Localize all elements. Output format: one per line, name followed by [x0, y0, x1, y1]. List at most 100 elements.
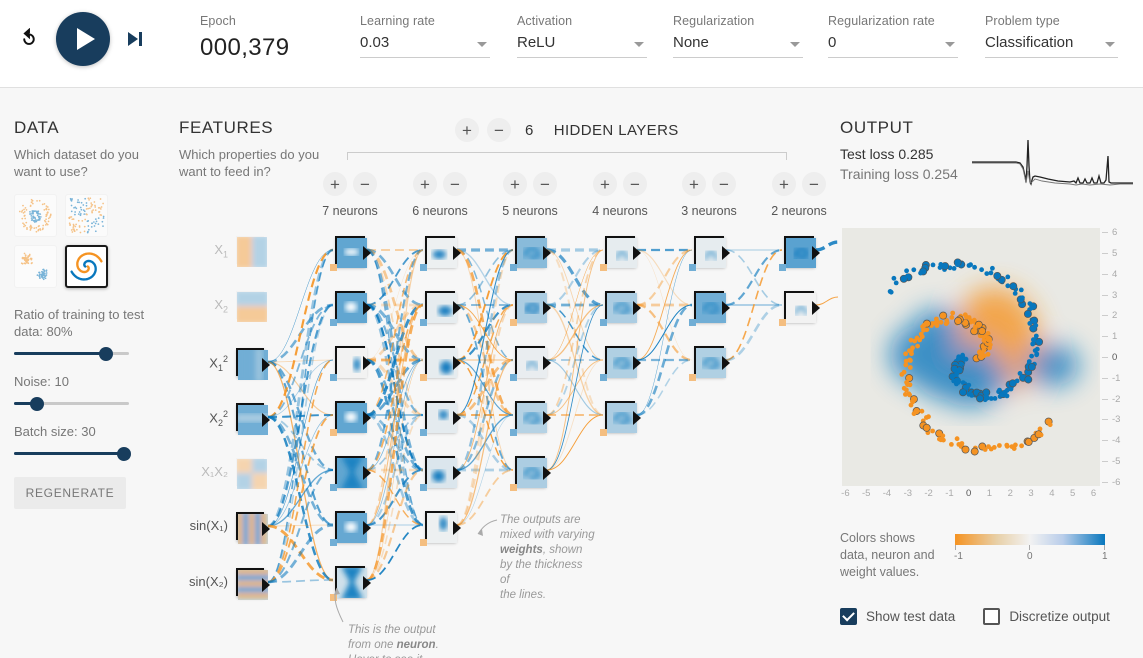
- bias-indicator[interactable]: [330, 264, 337, 271]
- bias-indicator[interactable]: [420, 429, 427, 436]
- hidden-neuron-l3-n5[interactable]: [510, 456, 551, 491]
- feature-node-2[interactable]: [236, 291, 267, 322]
- hidden-neuron-l5-n2[interactable]: [689, 291, 730, 326]
- hidden-neuron-l1-n5[interactable]: [330, 456, 371, 491]
- colorbar: -1 0 1: [954, 534, 1108, 562]
- output-heatmap[interactable]: [842, 228, 1100, 486]
- bias-indicator[interactable]: [600, 374, 607, 381]
- bias-indicator[interactable]: [510, 374, 517, 381]
- feature-node-7[interactable]: [236, 568, 270, 600]
- bias-indicator[interactable]: [510, 264, 517, 271]
- y-tick-2: -4: [1112, 435, 1121, 447]
- regularization-label: Regularization: [673, 14, 755, 28]
- reset-icon[interactable]: [14, 24, 44, 54]
- bias-indicator[interactable]: [420, 264, 427, 271]
- hidden-neuron-l3-n3[interactable]: [510, 346, 551, 381]
- hidden-neuron-l3-n2[interactable]: [510, 291, 551, 326]
- regularization-select[interactable]: None: [673, 34, 803, 58]
- play-icon: [76, 28, 95, 50]
- problem-type-select[interactable]: Classification: [985, 34, 1118, 58]
- neuron-annotation: This is the outputfrom one neuron. Hover…: [348, 624, 439, 658]
- bias-indicator[interactable]: [510, 484, 517, 491]
- feature-node-5[interactable]: [236, 458, 267, 489]
- bias-indicator[interactable]: [779, 319, 786, 326]
- bias-indicator[interactable]: [689, 374, 696, 381]
- legend-description: Colors shows data, neuron and weight val…: [840, 531, 935, 579]
- bias-indicator[interactable]: [420, 484, 427, 491]
- hidden-neuron-l3-n4[interactable]: [510, 401, 551, 436]
- hidden-neuron-l1-n1[interactable]: [330, 236, 371, 271]
- chevron-down-icon: [790, 42, 800, 47]
- bias-indicator[interactable]: [689, 264, 696, 271]
- bias-indicator[interactable]: [510, 319, 517, 326]
- top-control-bar: Epoch 000,379 Learning rate 0.03 Activat…: [0, 0, 1143, 88]
- hidden-neuron-l1-n7[interactable]: [330, 566, 371, 601]
- y-tick-3: -3: [1112, 414, 1121, 426]
- feature-node-1[interactable]: [236, 236, 267, 267]
- colorbar-label-min: -1: [954, 551, 963, 562]
- hidden-neuron-l3-n1[interactable]: [510, 236, 551, 271]
- bias-indicator[interactable]: [330, 429, 337, 436]
- hidden-neuron-l2-n6[interactable]: [420, 511, 461, 546]
- bias-indicator[interactable]: [330, 374, 337, 381]
- step-forward-button[interactable]: [122, 26, 148, 52]
- hidden-neuron-l6-n1[interactable]: [779, 236, 820, 271]
- hidden-neuron-l5-n3[interactable]: [689, 346, 730, 381]
- feature-node-3[interactable]: [236, 348, 270, 380]
- feature-label-1: X1: [214, 242, 228, 260]
- regularization-rate-select[interactable]: 0: [828, 34, 958, 58]
- chevron-down-icon: [1105, 42, 1115, 47]
- bias-indicator[interactable]: [420, 374, 427, 381]
- hidden-neuron-l4-n4[interactable]: [600, 401, 641, 436]
- show-test-data-checkbox[interactable]: [840, 608, 857, 625]
- feature-node-6[interactable]: [236, 512, 270, 544]
- hidden-neuron-l6-n2[interactable]: [779, 291, 820, 326]
- colorbar-label-mid: 0: [1027, 551, 1033, 562]
- regularization-rate-label: Regularization rate: [828, 14, 935, 28]
- bias-indicator[interactable]: [689, 319, 696, 326]
- show-test-data-toggle[interactable]: Show test data: [840, 608, 955, 625]
- bias-indicator[interactable]: [600, 264, 607, 271]
- regularization-rate-value: 0: [828, 34, 837, 51]
- heatmap-canvas: [842, 228, 1100, 486]
- problem-type-control: Problem type Classification: [985, 14, 1118, 58]
- hidden-neuron-l1-n2[interactable]: [330, 291, 371, 326]
- y-tick-7: 1: [1112, 331, 1118, 343]
- feature-node-4[interactable]: [236, 403, 270, 435]
- bias-indicator[interactable]: [330, 594, 337, 601]
- hidden-neuron-l2-n5[interactable]: [420, 456, 461, 491]
- discretize-output-toggle[interactable]: Discretize output: [983, 608, 1110, 625]
- tensorflow-playground: Epoch 000,379 Learning rate 0.03 Activat…: [0, 0, 1143, 658]
- playback-controls: [14, 12, 148, 66]
- hidden-neuron-l2-n2[interactable]: [420, 291, 461, 326]
- bias-indicator[interactable]: [330, 484, 337, 491]
- learning-rate-select[interactable]: 0.03: [360, 34, 490, 58]
- x-tick-11: 5: [1070, 488, 1076, 499]
- regularization-value: None: [673, 34, 709, 51]
- bias-indicator[interactable]: [420, 319, 427, 326]
- legend-panel: Colors shows data, neuron and weight val…: [840, 530, 1143, 581]
- hidden-neuron-l4-n1[interactable]: [600, 236, 641, 271]
- hidden-neuron-l2-n1[interactable]: [420, 236, 461, 271]
- hidden-neuron-l1-n4[interactable]: [330, 401, 371, 436]
- y-tick-8: 2: [1112, 310, 1118, 322]
- hidden-neuron-l4-n2[interactable]: [600, 291, 641, 326]
- epoch-value: 000,379: [200, 34, 290, 61]
- bias-indicator[interactable]: [330, 539, 337, 546]
- hidden-neuron-l5-n1[interactable]: [689, 236, 730, 271]
- bias-indicator[interactable]: [600, 429, 607, 436]
- hidden-neuron-l4-n3[interactable]: [600, 346, 641, 381]
- bias-indicator[interactable]: [510, 429, 517, 436]
- bias-indicator[interactable]: [420, 539, 427, 546]
- hidden-neuron-l2-n4[interactable]: [420, 401, 461, 436]
- bias-indicator[interactable]: [600, 319, 607, 326]
- play-button[interactable]: [56, 12, 110, 66]
- hidden-neuron-l1-n3[interactable]: [330, 346, 371, 381]
- feature-label-3: X12: [209, 354, 228, 373]
- hidden-neuron-l2-n3[interactable]: [420, 346, 461, 381]
- discretize-output-checkbox[interactable]: [983, 608, 1001, 625]
- bias-indicator[interactable]: [779, 264, 786, 271]
- bias-indicator[interactable]: [330, 319, 337, 326]
- hidden-neuron-l1-n6[interactable]: [330, 511, 371, 546]
- activation-select[interactable]: ReLU: [517, 34, 647, 58]
